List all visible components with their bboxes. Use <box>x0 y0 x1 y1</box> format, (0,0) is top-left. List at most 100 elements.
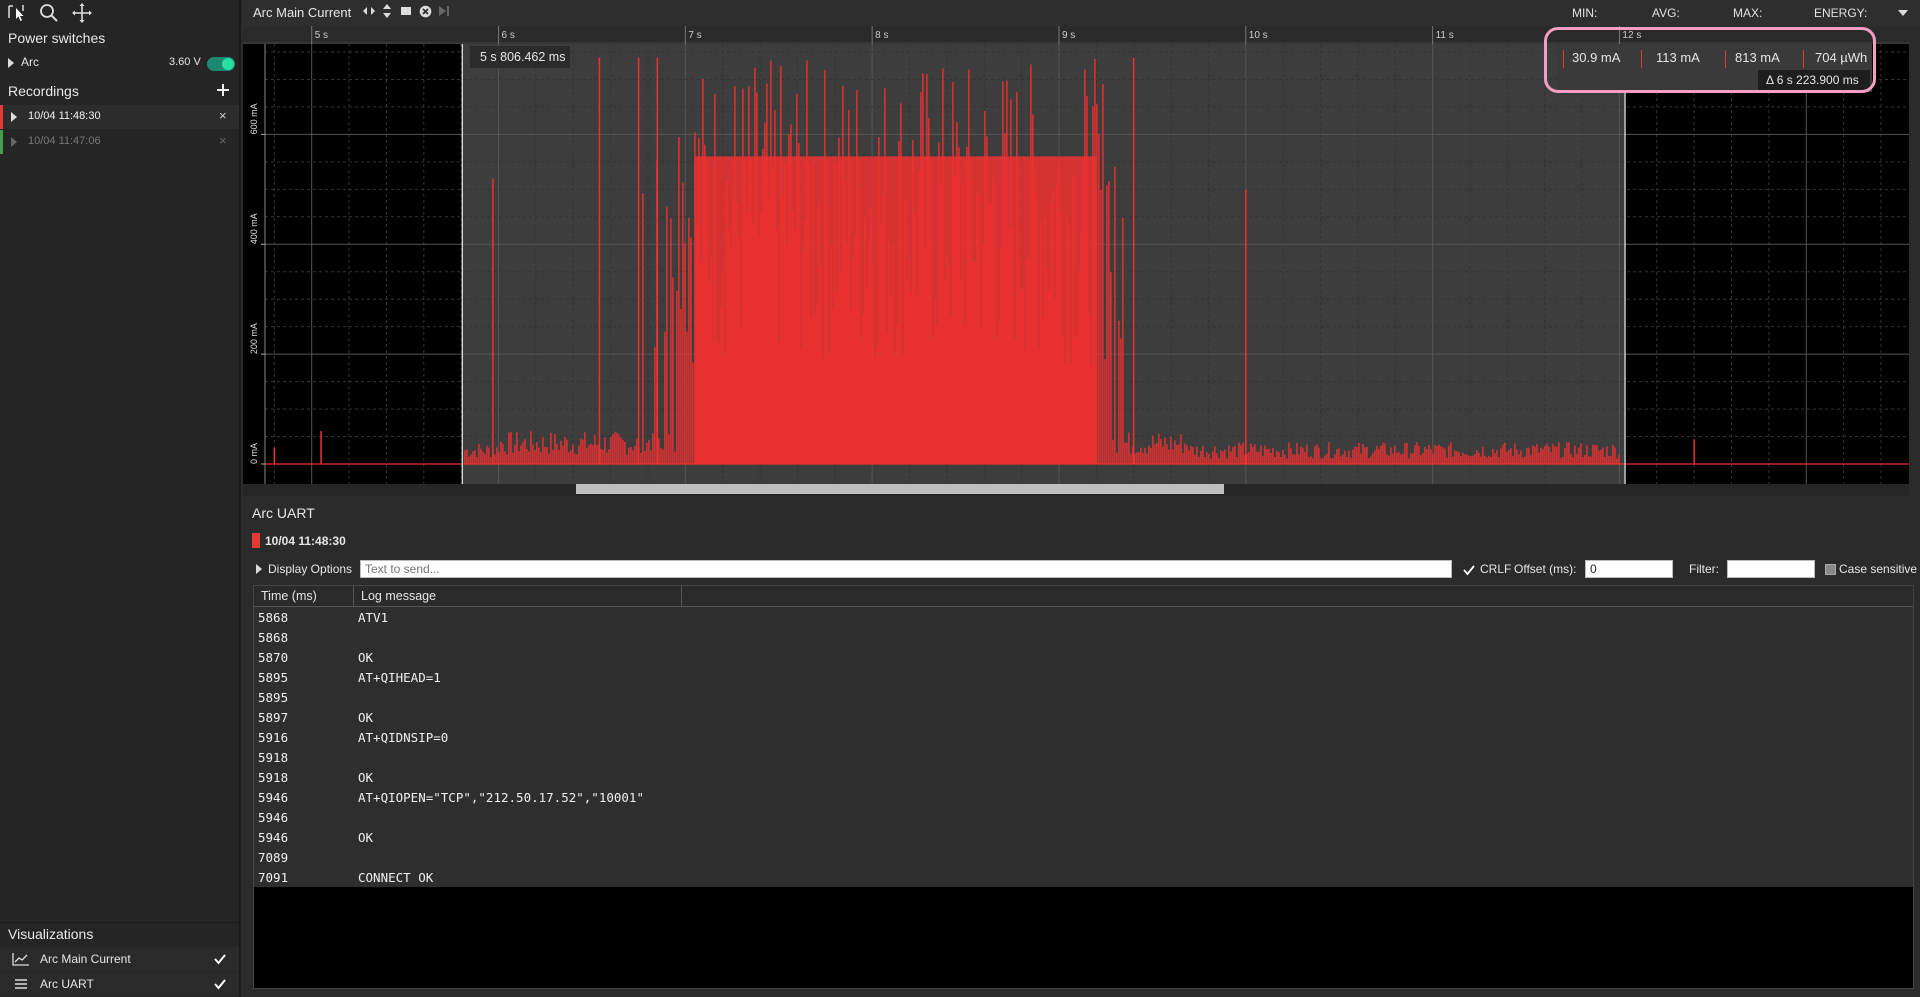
chevron-down-icon[interactable] <box>1897 9 1909 17</box>
chart-title: Arc Main Current <box>253 5 352 20</box>
expand-icon[interactable] <box>8 58 14 68</box>
log-rows: 5868 ATV1 5868 5870 OK 5895 AT+QIHEAD=1 5895 589… <box>254 607 1913 907</box>
x-tick-label: 10 s <box>1249 30 1268 41</box>
recording-color-swatch <box>252 533 260 548</box>
log-time: 5897 <box>258 710 289 725</box>
log-message: ATV1 <box>358 610 389 625</box>
y-tick-label: 600 mA <box>249 103 259 134</box>
pointer-select-icon[interactable] <box>6 2 28 24</box>
column-header-message[interactable]: Log message <box>361 589 436 603</box>
table-row[interactable]: 7091 CONNECT OK <box>254 867 1913 887</box>
chart-scrollbar[interactable] <box>243 484 1909 496</box>
x-tick-label: 7 s <box>688 30 701 41</box>
display-options-button[interactable]: Display Options <box>268 562 352 576</box>
table-row[interactable]: 5946 <box>254 807 1913 827</box>
stat-min-label: MIN: <box>1572 6 1598 20</box>
visualizations-title: Visualizations <box>8 926 94 942</box>
add-recording-icon[interactable] <box>216 83 230 97</box>
table-row[interactable]: 5918 <box>254 747 1913 767</box>
offset-label: Offset (ms): <box>1514 562 1577 576</box>
sidebar: Power switches Arc 3.60 V Recordings 10/… <box>0 0 241 997</box>
recording-item[interactable]: 10/04 11:48:30 × <box>0 105 239 129</box>
visualization-label: Arc Main Current <box>40 952 131 966</box>
power-toggle[interactable] <box>207 57 235 71</box>
table-row[interactable]: 5897 OK <box>254 707 1913 727</box>
column-header-time[interactable]: Time (ms) <box>261 589 317 603</box>
step-forward-icon[interactable] <box>438 5 450 17</box>
stop-icon[interactable] <box>400 5 412 17</box>
log-time: 5895 <box>258 670 289 685</box>
offset-input[interactable] <box>1585 560 1673 578</box>
table-row[interactable]: 5895 <box>254 687 1913 707</box>
x-tick-label: 8 s <box>875 30 888 41</box>
log-message: AT+QIOPEN="TCP","212.50.17.52","10001" <box>358 790 644 805</box>
log-message: OK <box>358 830 374 845</box>
visualization-item[interactable]: Arc Main Current <box>0 947 239 971</box>
expand-icon[interactable] <box>11 112 17 122</box>
log-time: 5946 <box>258 830 289 845</box>
y-tick-label: 400 mA <box>249 213 259 244</box>
visualization-label: Arc UART <box>40 977 94 991</box>
recording-label: 10/04 11:47:06 <box>28 135 101 147</box>
log-message: AT+QIDNSIP=0 <box>358 730 449 745</box>
clear-icon[interactable] <box>419 5 432 18</box>
stat-energy-label: ENERGY: <box>1814 6 1868 20</box>
log-time: 5868 <box>258 610 289 625</box>
table-row[interactable]: 5918 OK <box>254 767 1913 787</box>
uart-title: Arc UART <box>252 505 315 521</box>
log-time: 7089 <box>258 850 289 865</box>
case-sensitive-checkbox[interactable] <box>1825 564 1836 575</box>
x-tick-label: 5 s <box>315 30 328 41</box>
log-time: 5918 <box>258 770 289 785</box>
expand-icon[interactable] <box>11 137 17 147</box>
table-row[interactable]: 7089 <box>254 847 1913 867</box>
zoom-icon[interactable] <box>38 2 60 24</box>
highlight-annotation <box>1544 27 1876 93</box>
table-row[interactable]: 5868 ATV1 <box>254 607 1913 627</box>
log-message: CONNECT OK <box>358 870 434 885</box>
log-message: OK <box>358 650 374 665</box>
log-time: 5918 <box>258 750 289 765</box>
cursor-time-value: 5 s 806.462 ms <box>480 50 566 64</box>
recording-color-bar <box>0 130 3 154</box>
uart-recording-label: 10/04 11:48:30 <box>265 534 346 548</box>
recording-label: 10/04 11:48:30 <box>28 110 101 122</box>
power-switch-arc[interactable]: Arc 3.60 V <box>0 52 239 76</box>
power-switch-label: Arc <box>21 55 39 69</box>
recording-color-bar <box>0 105 3 129</box>
visualization-item[interactable]: Arc UART <box>0 972 239 996</box>
table-row[interactable]: 5946 AT+QIOPEN="TCP","212.50.17.52","1000… <box>254 787 1913 807</box>
scrollbar-thumb[interactable] <box>576 484 1224 494</box>
log-message: AT+QIHEAD=1 <box>358 670 441 685</box>
recording-item[interactable]: 10/04 11:47:06 × <box>0 130 239 154</box>
expand-icon[interactable] <box>256 564 262 574</box>
log-time: 5895 <box>258 690 289 705</box>
table-row[interactable]: 5868 <box>254 627 1913 647</box>
table-row[interactable]: 5916 AT+QIDNSIP=0 <box>254 727 1913 747</box>
cursor-time-label: 5 s 806.462 ms <box>470 46 570 68</box>
pan-icon[interactable] <box>71 2 93 24</box>
chart-toolbar: Arc Main Current MIN: AVG: MAX: ENERGY: <box>243 0 1920 26</box>
checkmark-icon[interactable] <box>214 978 226 990</box>
close-icon[interactable]: × <box>219 108 227 123</box>
filter-input[interactable] <box>1727 560 1815 578</box>
expand-horizontal-icon[interactable] <box>362 6 376 16</box>
stat-avg-label: AVG: <box>1652 6 1680 20</box>
table-row[interactable]: 5870 OK <box>254 647 1913 667</box>
filter-label: Filter: <box>1689 562 1719 576</box>
current-plot[interactable]: 0 mA 200 mA 400 mA 600 mA <box>243 44 1909 484</box>
expand-vertical-icon[interactable] <box>382 3 392 19</box>
table-header: Time (ms) Log message <box>254 586 1913 607</box>
log-time: 5870 <box>258 650 289 665</box>
case-sensitive-label: Case sensitive <box>1839 562 1918 576</box>
log-table[interactable]: Time (ms) Log message 5868 ATV1 5868 5870 OK… <box>253 585 1914 989</box>
close-icon[interactable]: × <box>219 133 227 148</box>
y-tick-label: 0 mA <box>249 443 259 464</box>
table-row[interactable]: 5946 OK <box>254 827 1913 847</box>
recordings-title: Recordings <box>8 83 79 99</box>
send-text-input[interactable] <box>360 560 1452 578</box>
log-message: OK <box>358 770 374 785</box>
checkmark-icon[interactable] <box>214 953 226 965</box>
crlf-checkbox[interactable] <box>1463 564 1475 576</box>
table-row[interactable]: 5895 AT+QIHEAD=1 <box>254 667 1913 687</box>
